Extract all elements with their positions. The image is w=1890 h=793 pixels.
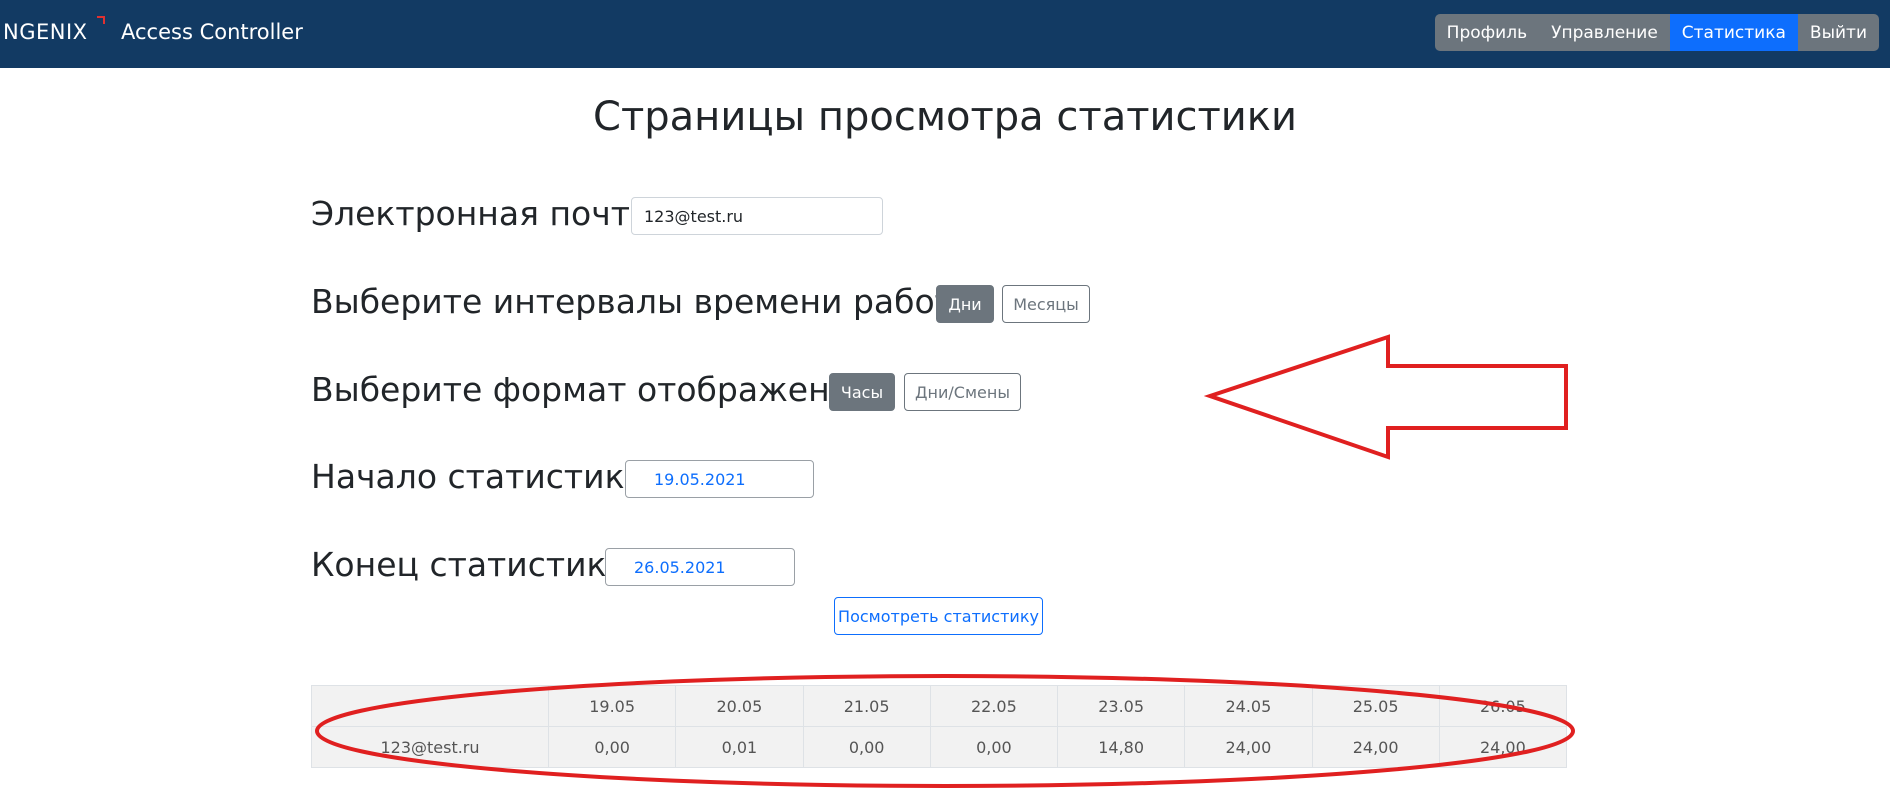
table-cell: 0,00: [547, 726, 677, 768]
format-days-shifts-button[interactable]: Дни/Смены: [904, 373, 1021, 411]
table-header-cell: 19.05: [547, 685, 677, 727]
table-header-cell: 21.05: [802, 685, 931, 727]
end-date-label: Конец статистики: [311, 545, 628, 584]
interval-label: Выберите интервалы времени работы: [311, 282, 980, 321]
table-cell: 0,00: [802, 726, 931, 768]
brand-logo[interactable]: NGENIX: [3, 19, 88, 45]
format-hours-button[interactable]: Часы: [829, 373, 895, 411]
table-cell: 0,00: [929, 726, 1059, 768]
start-date-input[interactable]: 19.05.2021: [625, 460, 814, 498]
nav-button-group: Профиль Управление Статистика Выйти: [1434, 14, 1879, 51]
statistics-table: 19.05 20.05 21.05 22.05 23.05 24.05 25.0…: [311, 685, 1568, 768]
table-header-cell: 22.05: [929, 685, 1059, 727]
email-input[interactable]: 123@test.ru: [631, 197, 883, 235]
table-cell: 24,00: [1311, 726, 1440, 768]
table-header-cell: 26.05: [1438, 685, 1568, 727]
table-header-cell: [311, 685, 549, 727]
table-cell: 0,01: [675, 726, 804, 768]
logo-corner-mark-icon: [97, 16, 105, 24]
table-header-cell: 25.05: [1311, 685, 1440, 727]
table-cell: 24,00: [1438, 726, 1568, 768]
table-header-cell: 23.05: [1056, 685, 1186, 727]
email-label: Электронная почта: [311, 194, 651, 233]
table-cell: 24,00: [1184, 726, 1313, 768]
annotation-arrow-icon: [1203, 334, 1568, 460]
table-row: 123@test.ru 0,00 0,01 0,00 0,00 14,80 24…: [311, 726, 1568, 768]
app-title: Access Controller: [121, 20, 303, 44]
top-navbar: NGENIX Access Controller Профиль Управле…: [0, 0, 1890, 68]
nav-logout-button[interactable]: Выйти: [1797, 14, 1879, 51]
table-cell: 14,80: [1056, 726, 1186, 768]
interval-months-button[interactable]: Месяцы: [1002, 285, 1090, 323]
table-header-cell: 20.05: [675, 685, 804, 727]
table-header-cell: 24.05: [1184, 685, 1313, 727]
interval-days-button[interactable]: Дни: [936, 285, 994, 323]
start-date-label: Начало статистики: [311, 457, 646, 496]
nav-management-button[interactable]: Управление: [1539, 14, 1670, 51]
format-label: Выберите формат отображения: [311, 370, 871, 409]
table-cell-user: 123@test.ru: [311, 726, 549, 768]
view-statistics-button[interactable]: Посмотреть статистику: [834, 597, 1043, 635]
nav-profile-button[interactable]: Профиль: [1434, 14, 1540, 51]
nav-statistics-button[interactable]: Статистика: [1669, 14, 1798, 51]
table-header-row: 19.05 20.05 21.05 22.05 23.05 24.05 25.0…: [311, 685, 1568, 727]
end-date-input[interactable]: 26.05.2021: [605, 548, 795, 586]
page-title: Страницы просмотра статистики: [593, 94, 1297, 140]
